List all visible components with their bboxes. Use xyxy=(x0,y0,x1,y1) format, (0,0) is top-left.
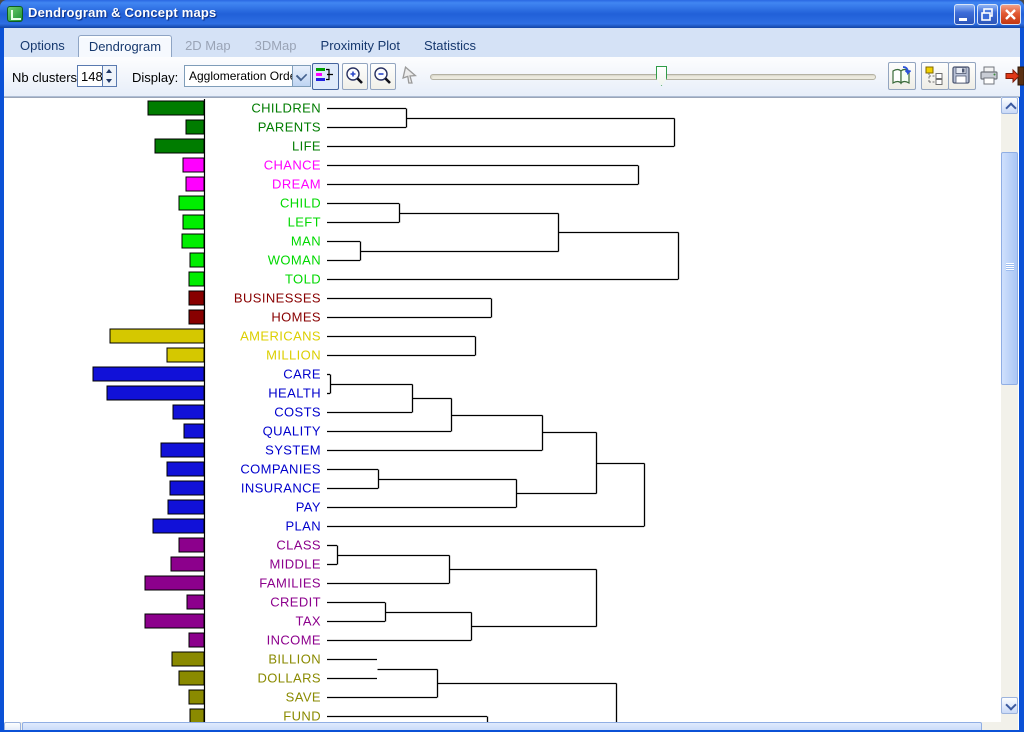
tab-3dmap: 3DMap xyxy=(244,34,308,57)
spinner-buttons xyxy=(102,66,116,86)
display-combobox-value: Agglomeration Order xyxy=(189,69,300,83)
save-button[interactable] xyxy=(948,62,976,90)
chevron-down-icon xyxy=(1005,699,1016,710)
printer-icon xyxy=(978,65,1000,87)
scroll-down-button[interactable] xyxy=(1001,697,1018,714)
minimize-icon xyxy=(955,5,974,24)
close-button[interactable] xyxy=(1000,4,1021,25)
zoom-slider[interactable] xyxy=(430,71,876,83)
tab-options[interactable]: Options xyxy=(9,34,76,57)
print-button[interactable] xyxy=(977,64,1001,88)
scroll-up-button[interactable] xyxy=(1001,97,1018,114)
dendrogram-plot xyxy=(4,97,1019,730)
pointer-icon xyxy=(399,65,421,87)
minimize-button[interactable] xyxy=(954,4,975,25)
restore-button[interactable] xyxy=(977,4,998,25)
dendrogram-display-button[interactable] xyxy=(312,63,339,90)
chevron-down-icon[interactable] xyxy=(292,66,310,86)
titlebar: Dendrogram & Concept maps xyxy=(0,0,1024,28)
app-icon xyxy=(7,6,23,22)
vertical-scrollbar[interactable] xyxy=(1001,97,1018,722)
zoom-in-icon xyxy=(344,65,367,88)
tab-strip: OptionsDendrogram2D Map3DMapProximity Pl… xyxy=(4,28,1020,57)
report-button[interactable] xyxy=(888,62,916,90)
tab-2d-map: 2D Map xyxy=(174,34,242,57)
dendrogram-display-icon xyxy=(314,65,337,88)
book-icon xyxy=(890,64,914,88)
spinner-down-button[interactable] xyxy=(103,76,116,86)
chevron-up-icon xyxy=(1005,102,1016,113)
save-icon xyxy=(950,64,974,88)
display-combobox[interactable]: Agglomeration Order xyxy=(184,65,311,87)
vertical-scroll-thumb[interactable] xyxy=(1001,152,1018,385)
nb-clusters-spinner xyxy=(77,65,117,87)
tree-view-button[interactable] xyxy=(921,62,949,90)
app-window: Dendrogram & Concept maps OptionsDendrog… xyxy=(0,0,1024,732)
tree-view-icon xyxy=(923,64,947,88)
close-icon xyxy=(1001,5,1020,24)
exit-button[interactable] xyxy=(1003,64,1024,88)
slider-thumb[interactable] xyxy=(656,66,667,86)
exit-icon xyxy=(1004,65,1024,87)
zoom-in-button[interactable] xyxy=(342,63,368,90)
display-label: Display: xyxy=(132,70,178,85)
restore-icon xyxy=(978,5,997,24)
spinner-up-button[interactable] xyxy=(103,66,116,76)
slider-track[interactable] xyxy=(430,74,876,80)
tab-dendrogram[interactable]: Dendrogram xyxy=(78,35,172,58)
nb-clusters-label: Nb clusters: xyxy=(12,70,81,85)
zoom-out-button[interactable] xyxy=(370,63,396,90)
tab-statistics[interactable]: Statistics xyxy=(413,34,487,57)
tab-proximity-plot[interactable]: Proximity Plot xyxy=(310,34,411,57)
toolbar: Nb clusters: Display: Agglomeration Orde… xyxy=(4,57,1020,97)
window-title: Dendrogram & Concept maps xyxy=(28,5,216,20)
nb-clusters-input[interactable] xyxy=(78,66,102,86)
zoom-out-icon xyxy=(372,65,395,88)
